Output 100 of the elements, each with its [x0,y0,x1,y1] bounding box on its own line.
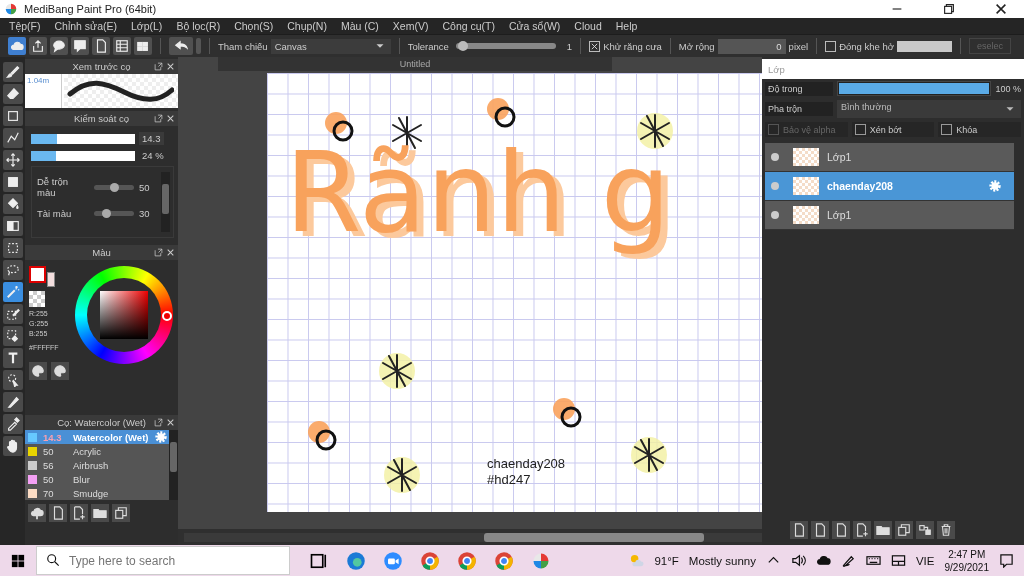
merge-button[interactable] [916,521,934,539]
menu-item[interactable]: Cửa sổ(W) [501,20,568,32]
paint-bucket-tool-button[interactable] [2,194,23,214]
menu-item[interactable]: Lớp(L) [123,20,170,32]
primary-color-swatch[interactable] [29,266,46,283]
toolbar-button[interactable] [50,37,68,55]
color-square[interactable] [100,291,148,339]
menu-item[interactable]: Chọn(S) [227,20,281,32]
toolbar-button[interactable] [134,37,152,55]
pointer-select-tool-button[interactable] [2,370,23,390]
cloud-upload-button[interactable] [28,504,46,522]
square-tool-button[interactable] [2,106,23,126]
checkbox[interactable] [941,124,953,135]
folder-button[interactable] [874,521,892,539]
page-add-button[interactable] [853,521,871,539]
slider-thumb[interactable] [457,41,468,51]
hue-marker[interactable] [162,311,172,321]
reference-dropdown[interactable]: Canvas [270,38,391,54]
toolbar-button[interactable] [8,37,26,55]
checkbox[interactable] [854,124,866,135]
copy-button[interactable] [895,521,913,539]
brush-list-item[interactable]: 56 Airbrush [25,458,169,472]
move-tool-button[interactable] [2,150,23,170]
visibility-dot[interactable] [771,182,779,190]
select-eraser-tool-button[interactable] [2,326,23,346]
menu-item[interactable]: Bộ lọc(R) [169,20,228,32]
clock-date[interactable]: 9/29/2021 [944,560,989,574]
notification-icon[interactable] [999,553,1014,568]
menu-item[interactable]: Màu (C) [333,20,386,32]
toolbar-button[interactable] [71,37,89,55]
antialias-checkbox[interactable] [589,40,601,52]
document-tab[interactable]: Untitled [218,57,612,71]
secondary-color-swatch[interactable] [47,272,55,287]
page-button[interactable] [811,521,829,539]
eraser-tool-button[interactable] [2,84,23,104]
palette-button[interactable] [29,362,47,380]
menu-item[interactable]: Tệp(F) [2,20,48,32]
brush-tool-button[interactable] [2,62,23,82]
palette-button[interactable] [51,362,69,380]
toolbar-button[interactable] [113,37,131,55]
page-button[interactable] [832,521,850,539]
polyline-tool-button[interactable] [2,128,23,148]
folder-button[interactable] [91,504,109,522]
transparent-swatch[interactable] [29,291,45,307]
expand-spinbox[interactable]: 0 [717,38,786,54]
layer-row[interactable]: Lớp1 [765,201,1014,230]
undo-button[interactable] [169,37,193,55]
mix-slider[interactable] [94,211,134,216]
gradient-tool-button[interactable] [2,216,23,236]
grip-handle[interactable] [196,38,201,54]
knife-tool-button[interactable] [2,392,23,412]
gap-color-field[interactable] [897,40,952,52]
menu-item[interactable]: Chỉnh sửa(E) [47,20,124,32]
text-tool-button[interactable] [2,348,23,368]
input-language[interactable]: VIE [915,554,935,567]
scrollbar[interactable] [169,430,178,500]
brush-list-item[interactable]: 50 Blur [25,472,169,486]
lasso-tool-button[interactable] [2,260,23,280]
brush-list-item[interactable]: 70 Smudge [25,486,169,500]
visibility-dot[interactable] [771,153,779,161]
filled-square-tool-button[interactable] [2,172,23,192]
toolbar-button[interactable] [29,37,47,55]
brush-slider[interactable] [31,150,135,161]
close-gap-checkbox[interactable] [825,40,837,52]
horizontal-scrollbar[interactable] [184,532,762,542]
clock-time[interactable]: 2:47 PM [948,547,986,561]
rectangle-select-tool-button[interactable] [2,238,23,258]
page-add-button[interactable] [70,504,88,522]
brush-list-item[interactable]: 50 Acrylic [25,444,169,458]
select-pen-tool-button[interactable] [2,304,23,324]
page-button[interactable] [49,504,67,522]
tolerance-slider[interactable] [455,43,556,49]
slider-thumb[interactable] [102,209,111,218]
pen-icon[interactable] [840,553,856,568]
scrollbar[interactable] [161,172,170,232]
mix-slider[interactable] [94,184,134,190]
menu-item[interactable]: Chụp(N) [280,20,334,32]
speaker-icon[interactable] [790,553,806,568]
eyedropper-tool-button[interactable] [2,414,23,434]
magic-wand-tool-button[interactable] [2,282,23,302]
hand-tool-button[interactable] [2,436,23,456]
menu-item[interactable]: Cloud [567,20,609,32]
brush-slider[interactable] [31,133,135,144]
menu-item[interactable]: Help [608,20,645,32]
menu-item[interactable]: Xem(V) [385,20,436,32]
layer-option[interactable]: Khóa [938,122,1021,137]
blend-mode-dropdown[interactable]: Bình thường [837,100,1021,118]
layer-row[interactable]: Lớp1 [765,143,1014,172]
copy-button[interactable] [112,504,130,522]
tablet-icon[interactable] [890,553,906,568]
toolbar-button[interactable] [92,37,110,55]
keyboard-icon[interactable] [865,553,881,568]
layer-option[interactable]: Xén bớt [851,122,935,137]
search-field[interactable]: Type here to search [36,546,290,575]
visibility-dot[interactable] [771,211,779,219]
trash-button[interactable] [937,521,955,539]
cloud-icon[interactable] [815,553,831,568]
menu-item[interactable]: Công cụ(T) [435,20,502,32]
slider-thumb[interactable] [110,182,119,192]
page-button[interactable] [790,521,808,539]
